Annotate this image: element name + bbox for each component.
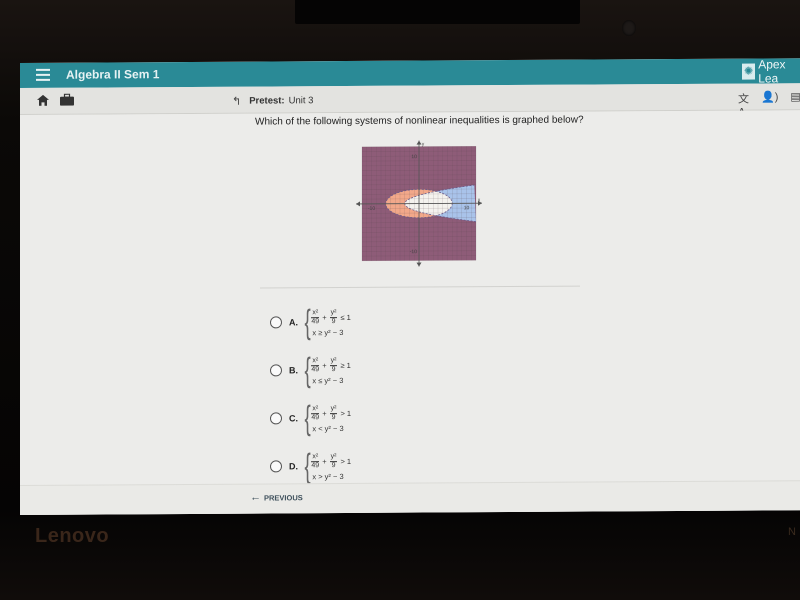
- relation: ≥ 1: [340, 360, 351, 370]
- brace-icon: {: [304, 447, 311, 486]
- tick-label-y-pos: 10: [411, 154, 417, 160]
- radio-button[interactable]: [270, 460, 282, 473]
- system-lines: x² 49 + y² 9 > 1x > y² − 3: [310, 450, 353, 482]
- answer-choice[interactable]: B.{x² 49 + y² 9 ≥ 1x ≤ y² − 3: [270, 351, 353, 390]
- inequality-ellipse: x² 49 + y² 9 > 1: [310, 402, 353, 424]
- plus-sign: +: [322, 456, 327, 466]
- brace-icon: {: [304, 399, 311, 438]
- numerator: y²: [329, 452, 338, 462]
- menu-icon[interactable]: [36, 68, 50, 81]
- numerator: y²: [329, 356, 338, 366]
- y-axis-arrow-down: [416, 262, 422, 267]
- system-lines: x² 49 + y² 9 > 1x < y² − 3: [310, 402, 353, 434]
- fraction: x² 49: [311, 356, 320, 374]
- choice-letter: B.: [289, 365, 298, 376]
- inequality-ellipse: x² 49 + y² 9 > 1: [310, 450, 353, 472]
- answer-choice[interactable]: D.{x² 49 + y² 9 > 1x > y² − 3: [270, 447, 353, 486]
- inequality-system: {x² 49 + y² 9 > 1x < y² − 3: [302, 399, 353, 438]
- relation: > 1: [340, 408, 352, 418]
- numerator: x²: [311, 452, 320, 462]
- course-title: Algebra II Sem 1: [66, 67, 160, 82]
- plus-sign: +: [322, 312, 327, 322]
- inequality-system: {x² 49 + y² 9 ≥ 1x ≤ y² − 3: [302, 351, 353, 390]
- fraction: x² 49: [311, 308, 320, 326]
- brand[interactable]: ✺ Apex Lea: [742, 58, 800, 85]
- divider: [260, 285, 580, 289]
- radio-button[interactable]: [270, 412, 282, 425]
- breadcrumb: ↰ Pretest: Unit 3: [232, 94, 313, 107]
- inequality-ellipse: x² 49 + y² 9 ≥ 1: [310, 354, 352, 376]
- app-screen: Algebra II Sem 1 ✺ Apex Lea ↰ Pretest: U…: [20, 58, 800, 515]
- system-lines: x² 49 + y² 9 ≥ 1x ≤ y² − 3: [310, 354, 352, 386]
- numerator: y²: [329, 308, 338, 318]
- camera-slot: [295, 0, 580, 24]
- relation: ≤ 1: [340, 312, 351, 322]
- fraction: y² 9: [329, 356, 338, 374]
- question-content: Which of the following systems of nonlin…: [20, 110, 800, 515]
- previous-button[interactable]: ← PREVIOUS: [250, 491, 303, 504]
- fraction: x² 49: [311, 404, 320, 422]
- plus-sign: +: [322, 360, 327, 370]
- denominator: 49: [311, 461, 320, 469]
- answer-choice[interactable]: C.{x² 49 + y² 9 > 1x < y² − 3: [270, 399, 353, 438]
- previous-label: PREVIOUS: [264, 492, 303, 503]
- denominator: 49: [311, 413, 320, 421]
- denominator: 9: [331, 317, 336, 325]
- arrow-left-icon: ←: [250, 491, 261, 504]
- webcam-icon: [622, 20, 636, 36]
- inequality-ellipse: x² 49 + y² 9 ≤ 1: [310, 306, 352, 328]
- inequality-system: {x² 49 + y² 9 ≤ 1x ≥ y² − 3: [302, 303, 353, 342]
- numerator: y²: [329, 404, 338, 414]
- inequality-system: {x² 49 + y² 9 > 1x > y² − 3: [302, 447, 353, 486]
- bezel-brand-logo: Lenovo: [35, 525, 110, 547]
- back-up-icon[interactable]: ↰: [232, 95, 241, 108]
- radio-button[interactable]: [270, 316, 282, 329]
- denominator: 9: [331, 413, 336, 421]
- system-lines: x² 49 + y² 9 ≤ 1x ≥ y² − 3: [310, 306, 352, 338]
- denominator: 9: [331, 461, 336, 469]
- inequality-graph: -10 10 10 -10 x y: [356, 140, 482, 267]
- graph-svg: -10 1010-10xy: [356, 140, 482, 267]
- tick-label-x-neg: -10: [368, 206, 375, 212]
- fraction: x² 49: [311, 452, 320, 470]
- apex-logo-icon: ✺: [742, 63, 756, 80]
- denominator: 9: [331, 365, 336, 373]
- answer-choice[interactable]: A.{x² 49 + y² 9 ≤ 1x ≥ y² − 3: [270, 303, 353, 342]
- tick-label-x-pos: 10: [464, 205, 470, 211]
- numerator: x²: [311, 404, 320, 414]
- choice-letter: C.: [289, 413, 298, 424]
- denominator: 49: [311, 365, 320, 373]
- brand-name: Apex Lea: [758, 58, 786, 85]
- bezel-right-text: N: [788, 526, 796, 538]
- denominator: 49: [311, 317, 320, 325]
- choice-letter: A.: [289, 317, 298, 328]
- relation: > 1: [340, 456, 352, 466]
- briefcase-icon[interactable]: [60, 93, 74, 106]
- x-axis-arrow-left: [356, 201, 360, 207]
- breadcrumb-label: Pretest:: [249, 95, 285, 107]
- question-text: Which of the following systems of nonlin…: [255, 114, 584, 128]
- numerator: x²: [311, 356, 320, 366]
- brace-icon: {: [304, 351, 311, 390]
- inequality-parabola: x < y² − 3: [312, 424, 344, 434]
- fraction: y² 9: [329, 452, 338, 470]
- choice-letter: D.: [289, 461, 298, 472]
- inequality-parabola: x ≤ y² − 3: [312, 376, 344, 386]
- home-icon[interactable]: [37, 94, 49, 106]
- footer-bar: ← PREVIOUS: [20, 480, 800, 515]
- fraction: y² 9: [329, 308, 338, 326]
- tick-label-y-neg: -10: [410, 249, 417, 255]
- fraction: y² 9: [329, 404, 338, 422]
- plus-sign: +: [322, 408, 327, 418]
- y-axis-arrow-up: [416, 140, 422, 145]
- radio-button[interactable]: [270, 364, 282, 377]
- inequality-parabola: x ≥ y² − 3: [312, 328, 344, 338]
- brace-icon: {: [304, 303, 311, 342]
- inequality-parabola: x > y² − 3: [312, 472, 344, 482]
- breadcrumb-value: Unit 3: [288, 95, 314, 107]
- numerator: x²: [311, 308, 320, 318]
